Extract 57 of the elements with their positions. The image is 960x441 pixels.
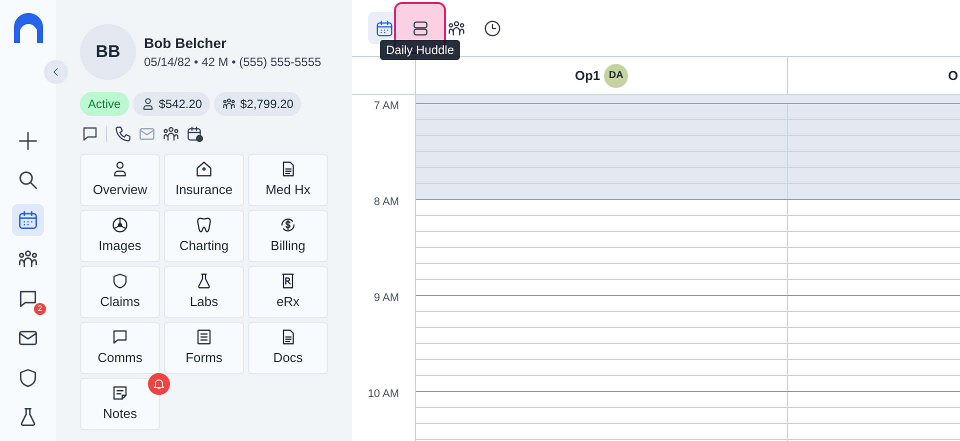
column-header: O	[948, 66, 958, 85]
section-tile[interactable]: Docs	[248, 322, 328, 374]
time-label: 8 AM	[374, 196, 399, 208]
section-tile[interactable]: Insurance	[164, 154, 244, 206]
person-icon	[140, 97, 155, 111]
section-tile[interactable]: Comms	[80, 322, 160, 374]
person-icon	[111, 160, 129, 178]
search-icon	[17, 169, 39, 192]
column-header: Op1	[574, 66, 600, 85]
tooltip: Daily Huddle	[380, 40, 460, 60]
section-tile[interactable]: Images	[80, 210, 160, 262]
house-icon	[195, 160, 213, 178]
rx-icon	[279, 272, 297, 290]
shield-icon	[17, 366, 39, 389]
time-label: 7 AM	[374, 100, 399, 112]
dollar-icon	[279, 216, 297, 234]
calendar-add-icon	[186, 125, 204, 143]
chat-icon	[81, 125, 99, 143]
time-label: 10 AM	[368, 388, 399, 400]
people-icon	[446, 18, 466, 38]
balance-badge: $2,799.20	[214, 92, 302, 116]
rows-icon	[410, 18, 430, 38]
shield-icon	[111, 272, 129, 290]
patient-name: Bob Belcher	[144, 34, 228, 53]
patient-details: 05/14/82 • 42 M • (555) 555-5555	[144, 54, 322, 71]
section-tile[interactable]: Forms	[164, 322, 244, 374]
section-tile[interactable]: Overview	[80, 154, 160, 206]
bell-icon	[152, 377, 166, 391]
section-tile[interactable]: Med Hx	[248, 154, 328, 206]
phone-icon	[114, 125, 132, 143]
section-tile[interactable]: Billing	[248, 210, 328, 262]
section-tile[interactable]: Charting	[164, 210, 244, 262]
note-icon	[111, 384, 129, 402]
calendar-icon	[17, 208, 39, 231]
clock-icon	[482, 18, 502, 38]
count-badge: 2	[34, 302, 46, 314]
section-tile[interactable]: eRx	[248, 266, 328, 318]
plus-icon	[17, 130, 39, 152]
avatar: BB	[80, 24, 136, 80]
tooth-icon	[195, 216, 213, 234]
section-tile[interactable]: Labs	[164, 266, 244, 318]
balance-badge: $542.20	[132, 92, 210, 116]
flask-icon	[195, 272, 213, 290]
calendar-icon	[374, 18, 394, 38]
section-tile[interactable]: Claims	[80, 266, 160, 318]
form-icon	[195, 328, 213, 346]
logo-icon	[14, 13, 42, 43]
chat-icon	[111, 328, 129, 346]
section-tile[interactable]: Notes	[80, 378, 160, 430]
nav-button[interactable]: 2	[12, 283, 44, 314]
people-icon	[162, 125, 180, 143]
mail-icon	[138, 125, 156, 143]
time-label: 9 AM	[374, 292, 399, 304]
nav-button[interactable]	[12, 204, 44, 236]
provider-avatar: DA	[604, 64, 628, 88]
status-badge: Active	[80, 92, 129, 116]
people-icon	[222, 97, 236, 111]
